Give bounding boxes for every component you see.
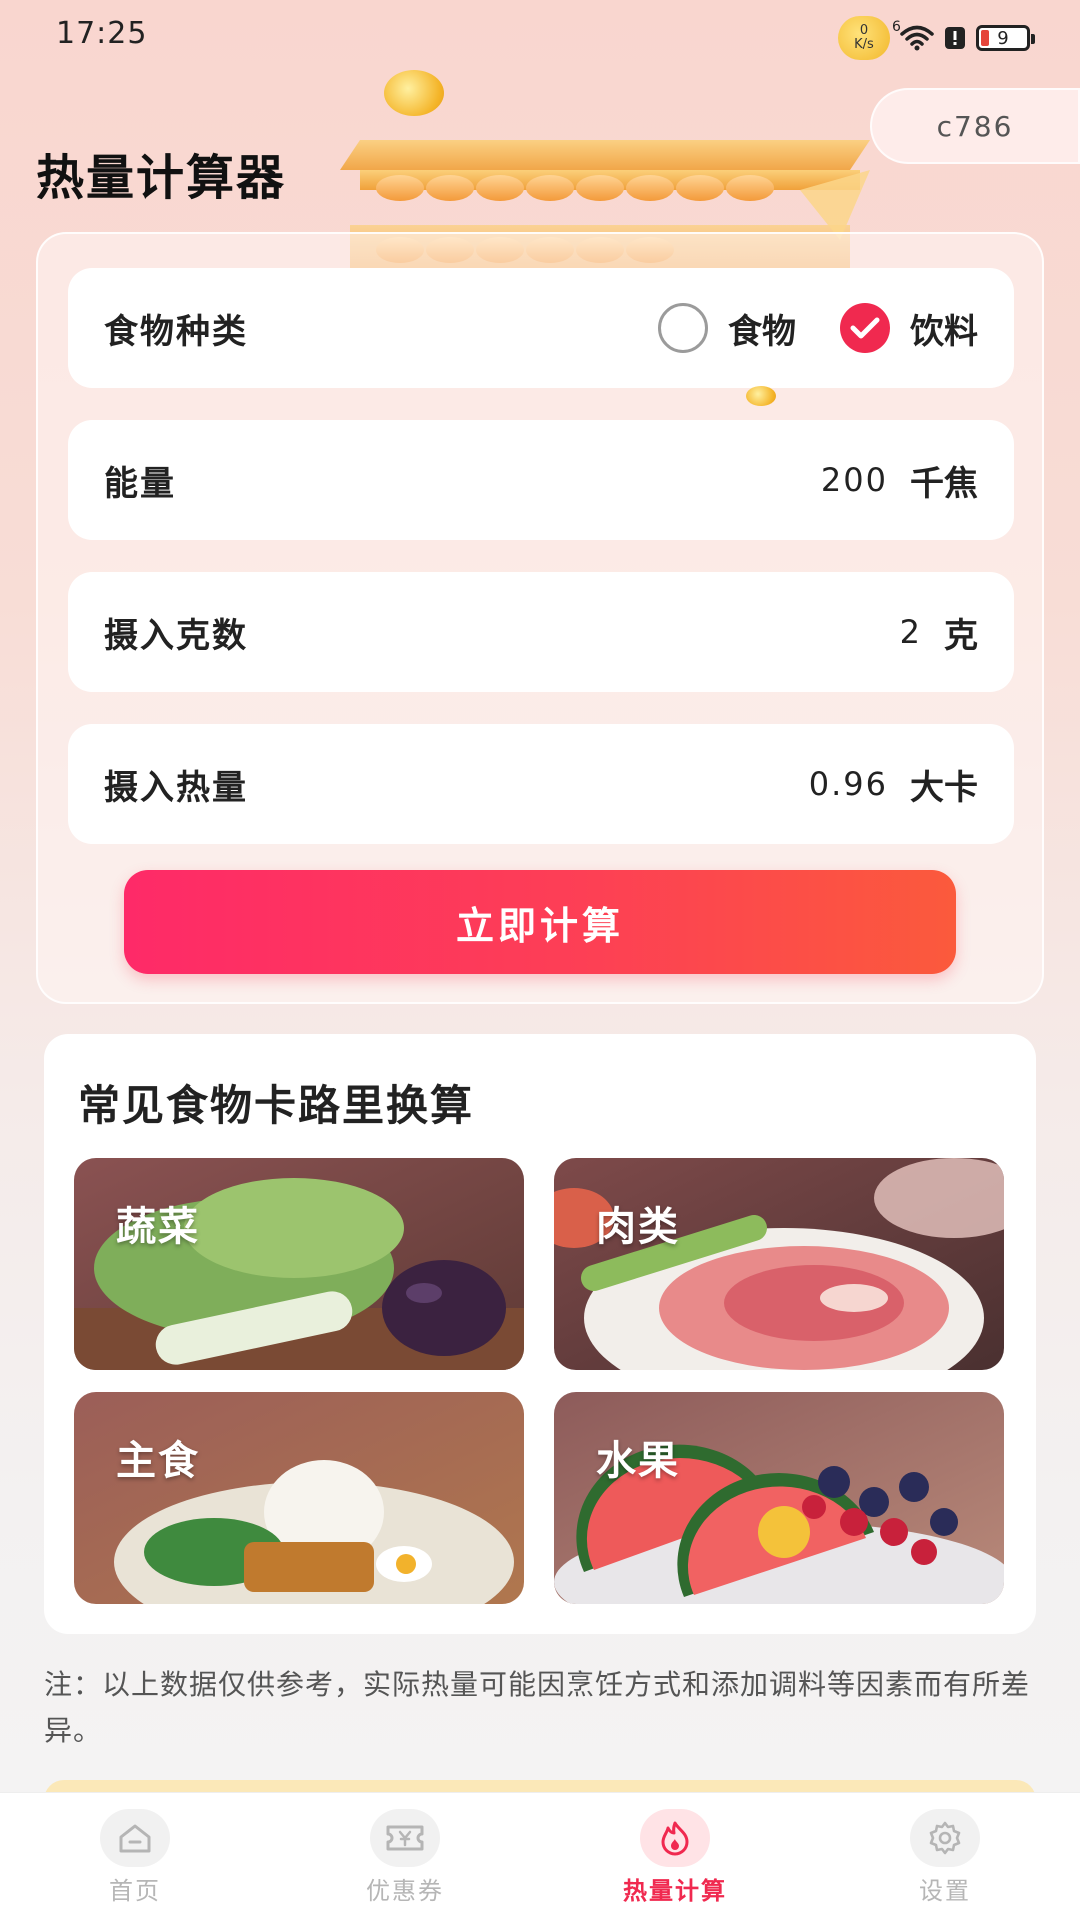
food-label-fruit: 水果 xyxy=(596,1438,680,1484)
flame-icon[interactable] xyxy=(640,1809,710,1867)
calories-unit: 大卡 xyxy=(910,767,978,808)
calories-result: 0.96 xyxy=(808,765,888,803)
net-speed-indicator: 0 K/s xyxy=(838,16,890,60)
food-tile-vegetables[interactable]: 蔬菜 xyxy=(74,1158,524,1370)
home-icon[interactable] xyxy=(100,1809,170,1867)
food-tile-fruit[interactable]: 水果 xyxy=(554,1392,1004,1604)
coin-decoration-small xyxy=(746,386,776,406)
nav-label-settings: 设置 xyxy=(919,1877,971,1905)
grams-input[interactable]: 2 xyxy=(900,613,922,651)
staple-food-image xyxy=(74,1392,524,1604)
grams-label: 摄入克数 xyxy=(104,615,248,656)
energy-label: 能量 xyxy=(104,463,176,504)
coupon-icon[interactable] xyxy=(370,1809,440,1867)
status-icons: 0 K/s 6 9 xyxy=(838,16,1035,60)
nav-label-calorie: 热量计算 xyxy=(623,1877,727,1905)
nav-item-settings[interactable]: 设置 xyxy=(810,1793,1080,1920)
bottom-nav: 首页 优惠券 热量计算 设置 xyxy=(0,1792,1080,1920)
radio-option-food[interactable]: 食物 xyxy=(658,303,796,353)
food-label-vegetables: 蔬菜 xyxy=(116,1204,200,1250)
meat-image xyxy=(554,1158,1004,1370)
radio-option-drink[interactable]: 饮料 xyxy=(840,303,978,353)
food-tile-meat[interactable]: 肉类 xyxy=(554,1158,1004,1370)
nav-item-coupon[interactable]: 优惠券 xyxy=(270,1793,540,1920)
wifi-icon: 6 xyxy=(892,19,934,51)
signal-label: 6 xyxy=(892,19,901,35)
vegetables-image xyxy=(74,1158,524,1370)
calories-row: 摄入热量 0.96 大卡 xyxy=(68,724,1014,844)
energy-unit: 千焦 xyxy=(910,463,978,504)
user-tag[interactable]: c786 xyxy=(870,88,1080,164)
page-title: 热量计算器 xyxy=(36,150,287,206)
battery-icon: 9 xyxy=(976,25,1035,51)
alert-icon xyxy=(944,26,966,50)
common-foods-title: 常见食物卡路里换算 xyxy=(78,1081,475,1130)
net-speed-value: 0 xyxy=(859,23,869,38)
energy-row: 能量 200 千焦 xyxy=(68,420,1014,540)
energy-input[interactable]: 200 xyxy=(821,461,888,499)
food-type-label: 食物种类 xyxy=(104,311,248,352)
food-type-radio-group: 食物 饮料 xyxy=(614,303,978,353)
battery-level: 9 xyxy=(997,27,1009,49)
nav-item-home[interactable]: 首页 xyxy=(0,1793,270,1920)
nav-item-calorie[interactable]: 热量计算 xyxy=(540,1793,810,1920)
grams-row: 摄入克数 2 克 xyxy=(68,572,1014,692)
common-foods-card: 常见食物卡路里换算 蔬菜 肉类 主食 水果 xyxy=(44,1034,1036,1634)
checkmark-icon[interactable] xyxy=(840,303,890,353)
coin-decoration xyxy=(384,70,444,116)
calculate-button[interactable]: 立即计算 xyxy=(124,870,956,974)
status-time: 17:25 xyxy=(56,16,148,51)
grams-unit: 克 xyxy=(944,615,978,656)
status-bar: 17:25 0 K/s 6 9 xyxy=(0,0,1080,72)
disclaimer-note: 注：以上数据仅供参考，实际热量可能因烹饪方式和添加调料等因素而有所差异。 xyxy=(44,1668,1031,1747)
nav-label-coupon: 优惠券 xyxy=(366,1877,444,1905)
food-tile-staple[interactable]: 主食 xyxy=(74,1392,524,1604)
gear-icon[interactable] xyxy=(910,1809,980,1867)
nav-label-home: 首页 xyxy=(109,1877,161,1905)
net-speed-unit: K/s xyxy=(854,37,874,52)
food-type-row: 食物种类 食物 饮料 xyxy=(68,268,1014,388)
radio-label-drink: 饮料 xyxy=(910,311,978,352)
food-label-staple: 主食 xyxy=(116,1438,200,1484)
calculator-card: 食物种类 食物 饮料 能量 200 千焦 摄入克数 2 克 摄入热量 0.96 … xyxy=(36,232,1044,1004)
calories-label: 摄入热量 xyxy=(104,767,248,808)
radio-unchecked-icon[interactable] xyxy=(658,303,708,353)
fruit-image xyxy=(554,1392,1004,1604)
food-label-meat: 肉类 xyxy=(596,1204,680,1250)
radio-label-food: 食物 xyxy=(728,311,796,352)
